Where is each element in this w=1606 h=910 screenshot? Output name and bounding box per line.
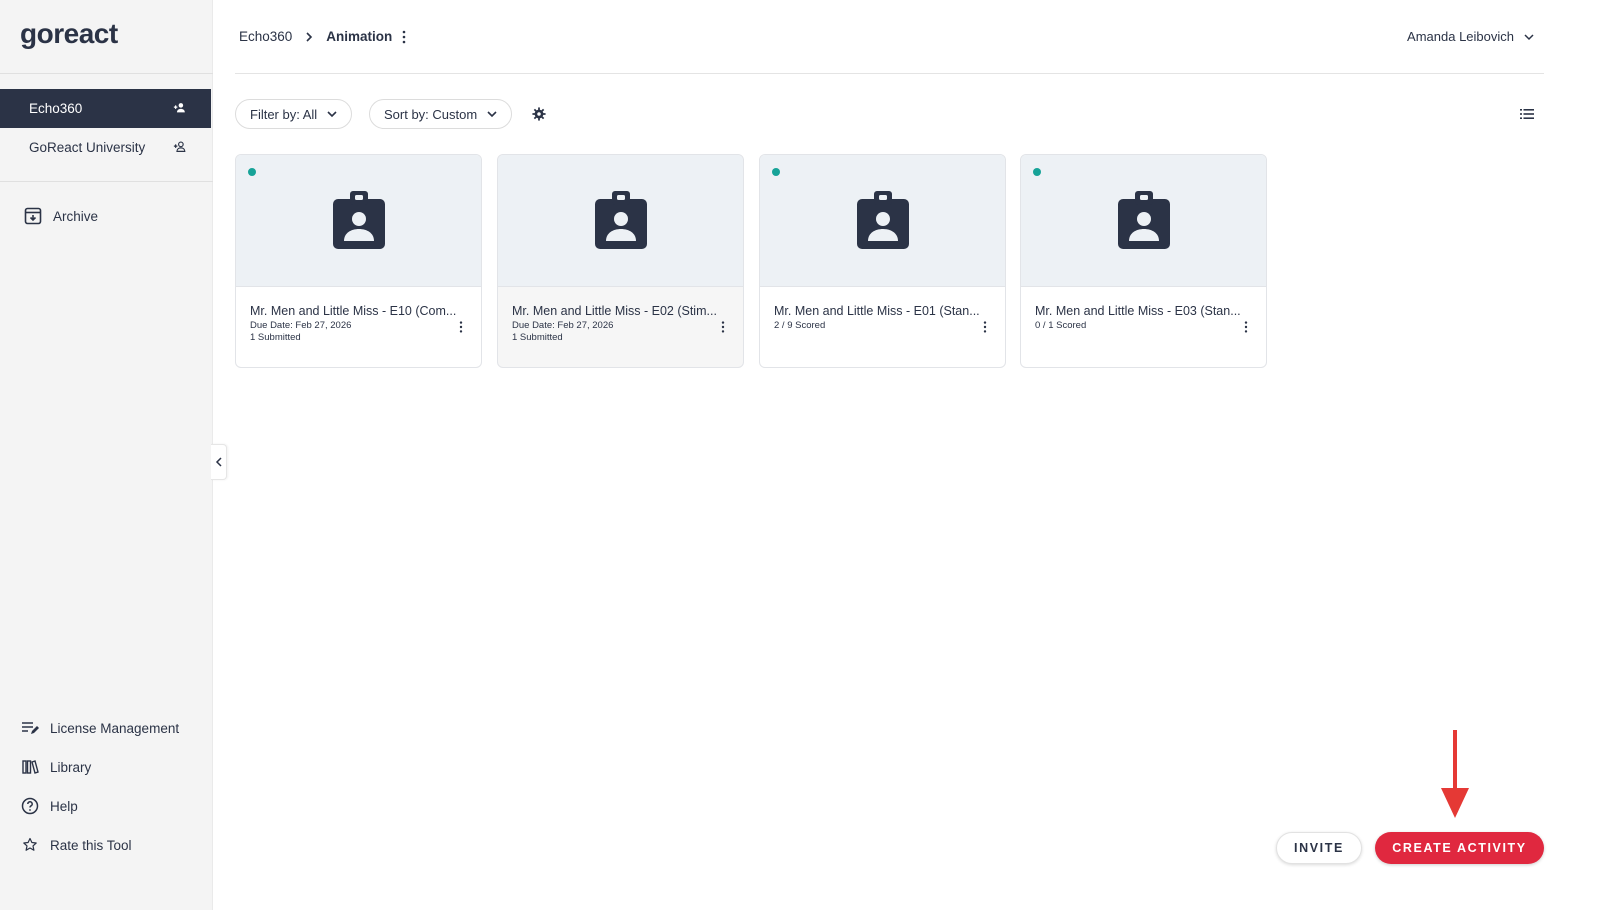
card-options-icon[interactable]	[721, 321, 725, 333]
activity-due-date: Due Date: Feb 27, 2026	[250, 320, 352, 331]
add-user-icon[interactable]	[173, 140, 187, 154]
star-icon	[20, 835, 40, 855]
add-user-icon[interactable]	[173, 101, 187, 115]
chevron-down-icon	[327, 110, 337, 118]
breadcrumb: Echo360 Animation	[239, 29, 406, 44]
activity-thumbnail	[498, 155, 743, 287]
sort-label: Sort by: Custom	[384, 106, 478, 122]
invite-button[interactable]: INVITE	[1276, 832, 1362, 864]
list-view-icon[interactable]	[1520, 107, 1534, 121]
activity-submission-count: 1 Submitted	[250, 332, 301, 343]
breadcrumb-current: Animation	[326, 29, 393, 44]
sidebar: goreact Echo360 GoReact University Archi…	[0, 0, 213, 910]
annotation-arrow-icon	[1441, 730, 1469, 818]
chevron-down-icon	[1524, 33, 1534, 41]
activity-title: Mr. Men and Little Miss - E03 (Stan...	[1035, 304, 1241, 318]
chevron-left-icon	[215, 457, 222, 467]
sidebar-item-label: Help	[50, 798, 78, 814]
activity-title: Mr. Men and Little Miss - E02 (Stim...	[512, 304, 717, 318]
id-badge-icon	[857, 191, 909, 249]
sidebar-group-label: GoReact University	[29, 140, 146, 155]
card-options-icon[interactable]	[459, 321, 463, 333]
sidebar-item-rate-this-tool[interactable]: Rate this Tool	[20, 835, 132, 855]
folder-options-icon[interactable]	[402, 30, 406, 44]
sidebar-item-help[interactable]: Help	[20, 796, 78, 816]
sidebar-item-label: Rate this Tool	[50, 837, 132, 853]
filter-label: Filter by: All	[250, 106, 318, 122]
logo-text-go: go	[20, 18, 54, 49]
id-badge-icon	[333, 191, 385, 249]
logo-text-react: react	[53, 18, 118, 49]
card-options-icon[interactable]	[983, 321, 987, 333]
collapse-sidebar-button[interactable]	[211, 444, 227, 480]
id-badge-icon	[1118, 191, 1170, 249]
activity-score-count: 2 / 9 Scored	[774, 320, 826, 331]
sidebar-item-archive[interactable]: Archive	[23, 206, 98, 226]
card-options-icon[interactable]	[1244, 321, 1248, 333]
activity-score-count: 0 / 1 Scored	[1035, 320, 1087, 331]
sort-dropdown[interactable]: Sort by: Custom	[369, 99, 513, 129]
sidebar-group-label: Echo360	[29, 101, 83, 116]
user-menu[interactable]: Amanda Leibovich	[1407, 29, 1534, 44]
activity-thumbnail	[1021, 155, 1266, 287]
activity-card[interactable]: Mr. Men and Little Miss - E03 (Stan... 0…	[1020, 154, 1267, 368]
header-divider	[235, 73, 1544, 74]
sidebar-divider	[0, 181, 213, 182]
goreact-logo[interactable]: goreact	[20, 18, 118, 50]
gear-icon[interactable]	[532, 107, 546, 121]
filter-dropdown[interactable]: Filter by: All	[235, 99, 353, 129]
status-dot	[772, 168, 780, 176]
activity-thumbnail	[760, 155, 1005, 287]
breadcrumb-parent-link[interactable]: Echo360	[239, 29, 292, 44]
create-activity-button[interactable]: CREATE ACTIVITY	[1375, 832, 1544, 864]
sidebar-item-library[interactable]: Library	[20, 757, 91, 777]
archive-icon	[23, 206, 43, 226]
user-name: Amanda Leibovich	[1407, 29, 1514, 44]
sidebar-item-license-management[interactable]: License Management	[20, 718, 179, 738]
sidebar-item-label: License Management	[50, 720, 180, 736]
sidebar-item-label: Library	[50, 759, 92, 775]
chevron-down-icon	[487, 110, 497, 118]
activity-card[interactable]: Mr. Men and Little Miss - E02 (Stim... D…	[497, 154, 744, 368]
chevron-right-icon	[304, 31, 314, 42]
library-icon	[20, 757, 40, 777]
status-dot	[248, 168, 256, 176]
activity-due-date: Due Date: Feb 27, 2026	[512, 320, 614, 331]
sidebar-group-echo360[interactable]: Echo360	[0, 89, 211, 128]
id-badge-icon	[595, 191, 647, 249]
sidebar-item-label: Archive	[53, 208, 99, 224]
license-icon	[20, 718, 40, 738]
activity-title: Mr. Men and Little Miss - E10 (Com...	[250, 304, 457, 318]
status-dot	[1033, 168, 1041, 176]
sidebar-divider	[0, 73, 213, 74]
activity-title: Mr. Men and Little Miss - E01 (Stan...	[774, 304, 980, 318]
activity-submission-count: 1 Submitted	[512, 332, 563, 343]
activity-thumbnail	[236, 155, 481, 287]
help-icon	[20, 796, 40, 816]
activity-card[interactable]: Mr. Men and Little Miss - E10 (Com... Du…	[235, 154, 482, 368]
sidebar-group-goreact-university[interactable]: GoReact University	[0, 128, 211, 167]
activity-card[interactable]: Mr. Men and Little Miss - E01 (Stan... 2…	[759, 154, 1006, 368]
